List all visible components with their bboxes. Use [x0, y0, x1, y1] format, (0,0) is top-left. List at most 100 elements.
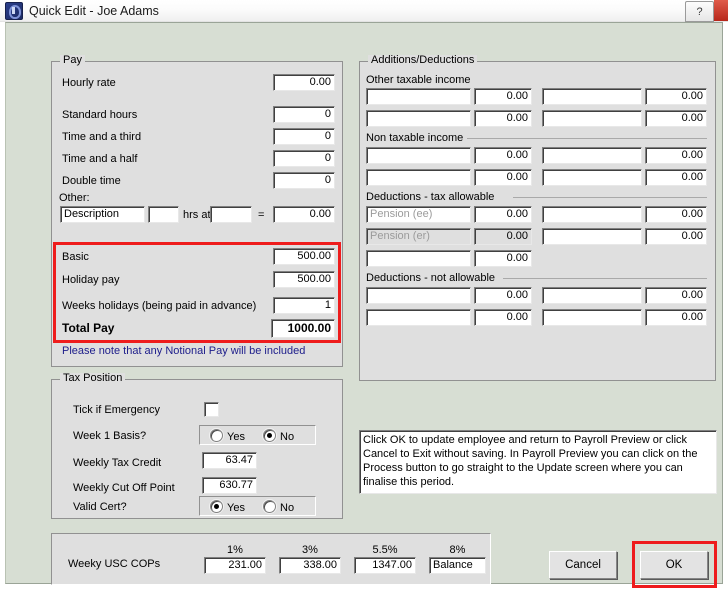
week1-basis-no-radio[interactable]: No — [263, 429, 294, 443]
tax-position-legend: Tax Position — [60, 373, 126, 384]
non-taxable-desc-3[interactable] — [366, 169, 471, 186]
deductions-not-desc-3[interactable] — [366, 309, 471, 326]
valid-cert-yes-label: Yes — [227, 502, 245, 514]
other-description-input[interactable]: Description — [60, 206, 145, 223]
week1-basis-label: Week 1 Basis? — [73, 430, 147, 442]
non-taxable-divider — [467, 138, 707, 139]
valid-cert-yes-radio[interactable]: Yes — [210, 500, 245, 514]
other-taxable-amt-4[interactable]: 0.00 — [645, 110, 707, 127]
usc-band-4-pct: 8% — [449, 544, 466, 556]
weekly-tax-credit-label: Weekly Tax Credit — [73, 457, 162, 469]
weeks-holidays-label: Weeks holidays (being paid in advance) — [62, 300, 257, 312]
valid-cert-label: Valid Cert? — [73, 501, 127, 513]
total-pay-label: Total Pay — [62, 321, 115, 335]
usc-band-3-input[interactable]: 1347.00 — [354, 557, 416, 574]
pension-ee-desc[interactable]: Pension (ee) — [366, 206, 471, 223]
valid-cert-no-label: No — [280, 502, 295, 514]
deductions-not-desc-4[interactable] — [542, 309, 642, 326]
deductions-not-amt-1[interactable]: 0.00 — [474, 287, 532, 304]
non-taxable-amt-1[interactable]: 0.00 — [474, 147, 532, 164]
usc-cops-label: Weeky USC COPs — [68, 558, 161, 570]
total-pay-value: 1000.00 — [271, 319, 335, 338]
standard-hours-label: Standard hours — [62, 109, 138, 121]
holiday-pay-input[interactable]: 500.00 — [273, 271, 335, 288]
other-taxable-amt-2[interactable]: 0.00 — [645, 88, 707, 105]
other-taxable-amt-1[interactable]: 0.00 — [474, 88, 532, 105]
hourly-rate-input[interactable]: 0.00 — [273, 74, 335, 91]
additions-deductions-legend: Additions/Deductions — [368, 55, 478, 66]
basic-input[interactable]: 500.00 — [273, 248, 335, 265]
deductions-not-amt-4[interactable]: 0.00 — [645, 309, 707, 326]
info-text-box: Click OK to update employee and return t… — [359, 430, 717, 494]
deductions-not-desc-1[interactable] — [366, 287, 471, 304]
valid-cert-no-radio[interactable]: No — [263, 500, 294, 514]
deductions-tax-desc-2[interactable] — [542, 206, 642, 223]
hrs-at-label: hrs at — [183, 209, 211, 221]
deductions-tax-amt-4[interactable]: 0.00 — [474, 250, 532, 267]
week1-basis-radio-group: Yes No — [199, 425, 316, 445]
app-icon — [5, 1, 23, 20]
help-button[interactable]: ? — [685, 1, 714, 22]
deductions-tax-desc-4[interactable] — [366, 250, 471, 267]
window-title: Quick Edit - Joe Adams — [29, 3, 159, 18]
pension-er-desc: Pension (er) — [366, 228, 471, 245]
other-taxable-desc-2[interactable] — [542, 88, 642, 105]
time-and-a-third-input[interactable]: 0 — [273, 128, 335, 145]
other-hours-input[interactable] — [148, 206, 179, 223]
basic-label: Basic — [62, 251, 89, 263]
usc-band-3-pct: 5.5% — [372, 544, 398, 556]
usc-band-4-input[interactable]: Balance — [429, 557, 486, 574]
close-icon[interactable] — [714, 0, 728, 21]
usc-band-2-input[interactable]: 338.00 — [279, 557, 341, 574]
deductions-tax-allowable-divider — [513, 197, 707, 198]
time-and-a-third-label: Time and a third — [62, 131, 142, 143]
deductions-not-desc-2[interactable] — [542, 287, 642, 304]
week1-basis-yes-label: Yes — [227, 431, 245, 443]
cancel-button[interactable]: Cancel — [549, 551, 617, 579]
deductions-tax-amt-2[interactable]: 0.00 — [645, 206, 707, 223]
non-taxable-amt-4[interactable]: 0.00 — [645, 169, 707, 186]
weeks-holidays-input[interactable]: 1 — [273, 297, 335, 314]
standard-hours-input[interactable]: 0 — [273, 106, 335, 123]
emergency-label: Tick if Emergency — [73, 404, 161, 416]
non-taxable-desc-1[interactable] — [366, 147, 471, 164]
pension-ee-amt[interactable]: 0.00 — [474, 206, 532, 223]
double-time-input[interactable]: 0 — [273, 172, 335, 189]
dialog-client-area: Pay Hourly rate 0.00 Standard hours 0 Ti… — [5, 22, 723, 588]
deductions-tax-amt-3[interactable]: 0.00 — [645, 228, 707, 245]
other-taxable-desc-3[interactable] — [366, 110, 471, 127]
week1-basis-no-label: No — [280, 431, 295, 443]
emergency-checkbox[interactable] — [204, 402, 219, 417]
title-bar: Quick Edit - Joe Adams ? — [0, 0, 728, 22]
other-taxable-amt-3[interactable]: 0.00 — [474, 110, 532, 127]
other-taxable-income-title: Other taxable income — [366, 74, 471, 86]
usc-band-1-input[interactable]: 231.00 — [204, 557, 266, 574]
equals-label: = — [258, 209, 265, 221]
week1-basis-yes-radio[interactable]: Yes — [210, 429, 245, 443]
hourly-rate-label: Hourly rate — [62, 77, 116, 89]
ok-button[interactable]: OK — [640, 551, 708, 579]
other-taxable-desc-4[interactable] — [542, 110, 642, 127]
other-amount-input[interactable]: 0.00 — [273, 206, 335, 223]
non-taxable-desc-2[interactable] — [542, 147, 642, 164]
deductions-not-amt-2[interactable]: 0.00 — [645, 287, 707, 304]
pay-group-legend: Pay — [60, 55, 85, 66]
non-taxable-amt-3[interactable]: 0.00 — [474, 169, 532, 186]
deductions-not-amt-3[interactable]: 0.00 — [474, 309, 532, 326]
time-and-a-half-label: Time and a half — [62, 153, 138, 165]
weekly-cut-off-input[interactable]: 630.77 — [202, 477, 257, 494]
other-taxable-desc-1[interactable] — [366, 88, 471, 105]
deductions-tax-desc-3[interactable] — [542, 228, 642, 245]
double-time-label: Double time — [62, 175, 121, 187]
window-buttons: ? — [685, 0, 728, 22]
time-and-a-half-input[interactable]: 0 — [273, 150, 335, 167]
non-taxable-amt-2[interactable]: 0.00 — [645, 147, 707, 164]
deductions-tax-allowable-title: Deductions - tax allowable — [366, 191, 495, 203]
usc-band-2-pct: 3% — [302, 544, 318, 556]
non-taxable-desc-4[interactable] — [542, 169, 642, 186]
other-rate-input[interactable] — [210, 206, 252, 223]
other-label: Other: — [59, 192, 90, 204]
weekly-tax-credit-input[interactable]: 63.47 — [202, 452, 257, 469]
deductions-not-allowable-divider — [503, 278, 707, 279]
usc-band-1-pct: 1% — [227, 544, 243, 556]
